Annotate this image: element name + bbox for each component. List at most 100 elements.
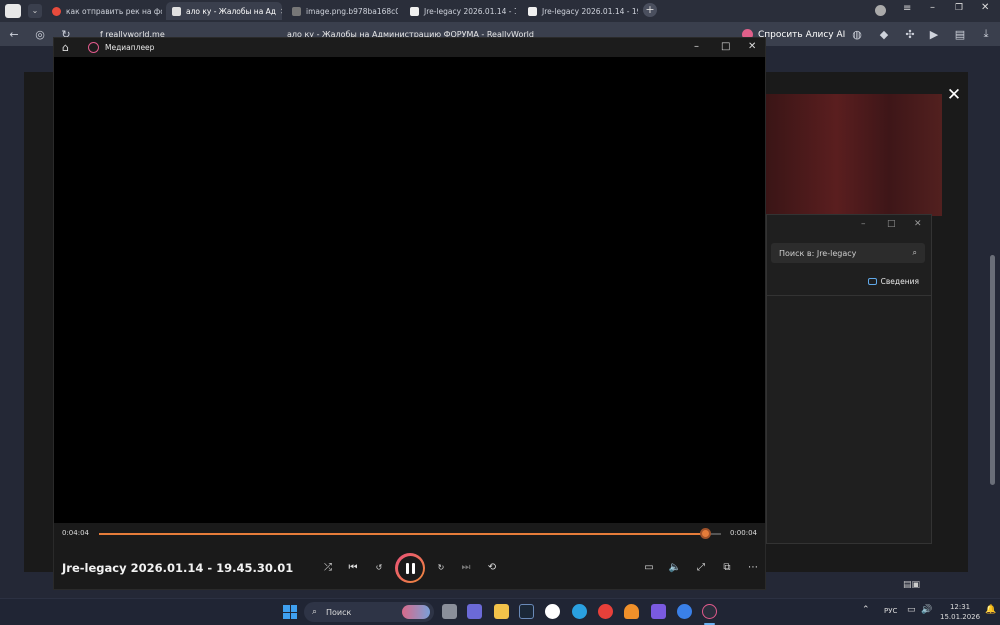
shuffle-icon[interactable]: ⤮ bbox=[318, 557, 338, 577]
repeat-icon[interactable]: ⟲ bbox=[482, 557, 502, 577]
windows-start-icon[interactable] bbox=[283, 605, 297, 619]
minimize-icon[interactable]: – bbox=[930, 2, 935, 13]
tab-5[interactable]: Jre-legacy 2026.01.14 - 19 bbox=[522, 2, 638, 20]
home-icon[interactable]: ⌂ bbox=[62, 41, 69, 54]
tab-3[interactable]: image.png.b978ba168c049 bbox=[286, 2, 398, 20]
divider bbox=[767, 295, 931, 296]
cloudflare-icon[interactable] bbox=[624, 604, 639, 619]
edge-icon[interactable] bbox=[572, 604, 587, 619]
view-toggle-icon[interactable]: ▤▣ bbox=[903, 580, 920, 590]
site-favicon-icon bbox=[172, 6, 181, 16]
seek-bar[interactable] bbox=[99, 533, 721, 535]
media-player-window: ⌂ Медиаплеер – □ ✕ 0:04:04 0:00:04 Jre-l… bbox=[53, 37, 766, 590]
file-favicon-icon bbox=[528, 6, 537, 16]
previous-icon[interactable]: ⏮ bbox=[343, 557, 363, 577]
tab-2[interactable]: ало ку - Жалобы на Ад ✕ bbox=[166, 2, 282, 20]
details-label: Сведения bbox=[880, 277, 919, 286]
tabs-dropdown-icon[interactable]: ⌄ bbox=[28, 4, 42, 18]
media-player-taskbar-icon[interactable] bbox=[702, 604, 717, 619]
sidebar-icon[interactable]: ▤ bbox=[952, 26, 968, 42]
notifications-icon[interactable]: 🔔 bbox=[985, 605, 996, 615]
explorer-maximize-icon[interactable]: □ bbox=[887, 219, 896, 229]
details-button[interactable]: Сведения bbox=[867, 277, 919, 286]
search-placeholder: Поиск в: Jre-legacy bbox=[779, 248, 857, 258]
pause-icon bbox=[397, 555, 423, 581]
more-options-icon[interactable]: ⋯ bbox=[743, 557, 763, 577]
steam-icon[interactable] bbox=[519, 604, 534, 619]
file-explorer-icon[interactable] bbox=[494, 604, 509, 619]
background-image bbox=[766, 94, 942, 216]
total-time: 0:00:04 bbox=[730, 529, 757, 537]
file-explorer-window: – □ ✕ Поиск в: Jre-legacy ⌕ Сведения bbox=[766, 214, 932, 544]
shield-icon[interactable]: ◎ bbox=[32, 26, 48, 42]
globe-icon[interactable]: ◍ bbox=[849, 26, 865, 42]
tab-title: Jre-legacy 2026.01.14 - 19 bbox=[542, 6, 638, 16]
forward-30-icon[interactable]: ↻ bbox=[431, 557, 451, 577]
tab-title: image.png.b978ba168c049 bbox=[306, 6, 398, 16]
explorer-minimize-icon[interactable]: – bbox=[861, 219, 866, 229]
tab-title: Jre-legacy 2026.01.14 - 19 bbox=[424, 6, 516, 16]
profile-avatar[interactable] bbox=[875, 5, 886, 16]
file-favicon-icon bbox=[410, 6, 419, 16]
next-icon[interactable]: ⏭ bbox=[456, 557, 476, 577]
video-title: Jre-legacy 2026.01.14 - 19.45.30.01 bbox=[62, 561, 294, 575]
video-area[interactable] bbox=[54, 57, 765, 523]
yandex-favicon-icon bbox=[52, 6, 61, 16]
search-icon: ⌕ bbox=[912, 248, 917, 257]
back-icon[interactable]: ← bbox=[6, 26, 22, 42]
gamepad-icon[interactable] bbox=[651, 604, 666, 619]
fullscreen-icon[interactable]: ⤢ bbox=[691, 557, 711, 577]
player-maximize-icon[interactable]: □ bbox=[721, 41, 730, 52]
new-tab-icon[interactable]: + bbox=[643, 3, 657, 17]
tab-4[interactable]: Jre-legacy 2026.01.14 - 19 bbox=[404, 2, 516, 20]
tab-1[interactable]: как отправить рек на фо bbox=[46, 2, 162, 20]
download-icon[interactable]: ⤓ bbox=[978, 26, 994, 42]
seek-thumb[interactable] bbox=[700, 528, 712, 539]
yandex-browser-icon[interactable] bbox=[545, 604, 560, 619]
display-icon[interactable]: ▭ bbox=[907, 605, 916, 615]
media-player-app-icon bbox=[88, 42, 99, 53]
browser-tab-bar: ⌄ как отправить рек на фо ало ку - Жалоб… bbox=[0, 0, 1000, 22]
teams-icon[interactable] bbox=[467, 604, 482, 619]
player-title-bar: ⌂ Медиаплеер – □ ✕ bbox=[54, 38, 765, 57]
playback-controls: 0:04:04 0:00:04 Jre-legacy 2026.01.14 - … bbox=[54, 523, 765, 589]
extensions-icon[interactable]: ✣ bbox=[902, 26, 918, 42]
browser-menu-icon[interactable] bbox=[5, 4, 21, 18]
tab-title: ало ку - Жалобы на Ад bbox=[186, 6, 276, 16]
volume-tray-icon[interactable]: 🔊 bbox=[921, 605, 932, 615]
mini-player-icon[interactable]: ⧉ bbox=[717, 557, 737, 577]
close-window-icon[interactable]: ✕ bbox=[981, 2, 989, 13]
subtitles-icon[interactable]: ▭ bbox=[639, 557, 659, 577]
explorer-close-icon[interactable]: ✕ bbox=[914, 219, 922, 229]
lightbox-close-icon[interactable]: ✕ bbox=[945, 86, 963, 104]
yandex-y-icon[interactable] bbox=[677, 604, 692, 619]
clock-time: 12:31 bbox=[949, 603, 971, 611]
volume-icon[interactable]: 🔈 bbox=[665, 557, 685, 577]
taskbar-search[interactable]: ⌕ Поиск bbox=[304, 602, 434, 622]
alice-label: Спросить Алису AI bbox=[758, 29, 846, 40]
page-scrollbar[interactable] bbox=[990, 255, 995, 485]
player-minimize-icon[interactable]: – bbox=[694, 41, 699, 52]
menu-icon[interactable]: ≡ bbox=[903, 3, 911, 14]
task-view-icon[interactable] bbox=[442, 604, 457, 619]
language-indicator[interactable]: РУС bbox=[884, 607, 897, 615]
yandex-icon[interactable] bbox=[598, 604, 613, 619]
seek-bar-fill bbox=[99, 533, 706, 535]
pause-button[interactable] bbox=[395, 553, 425, 583]
close-tab-icon[interactable]: ✕ bbox=[280, 7, 282, 16]
explorer-search-input[interactable]: Поиск в: Jre-legacy ⌕ bbox=[771, 243, 925, 263]
tray-overflow-icon[interactable]: ⌃ bbox=[862, 605, 870, 615]
search-icon: ⌕ bbox=[312, 607, 318, 617]
image-favicon-icon bbox=[292, 6, 301, 16]
media-icon[interactable]: ▶ bbox=[926, 26, 942, 42]
restore-icon[interactable]: ❐ bbox=[955, 3, 963, 13]
rewind-10-icon[interactable]: ↺ bbox=[369, 557, 389, 577]
search-label: Поиск bbox=[326, 607, 352, 617]
windows-taskbar: ⌕ Поиск ⌃ РУС ▭ 🔊 12:31 15.01.2026 🔔 bbox=[0, 598, 1000, 625]
app-name: Медиаплеер bbox=[105, 43, 155, 52]
system-clock[interactable]: 12:31 15.01.2026 bbox=[940, 602, 980, 622]
details-icon bbox=[867, 278, 877, 285]
current-time: 0:04:04 bbox=[62, 529, 89, 537]
player-close-icon[interactable]: ✕ bbox=[748, 41, 756, 52]
cube-icon[interactable]: ◆ bbox=[876, 26, 892, 42]
